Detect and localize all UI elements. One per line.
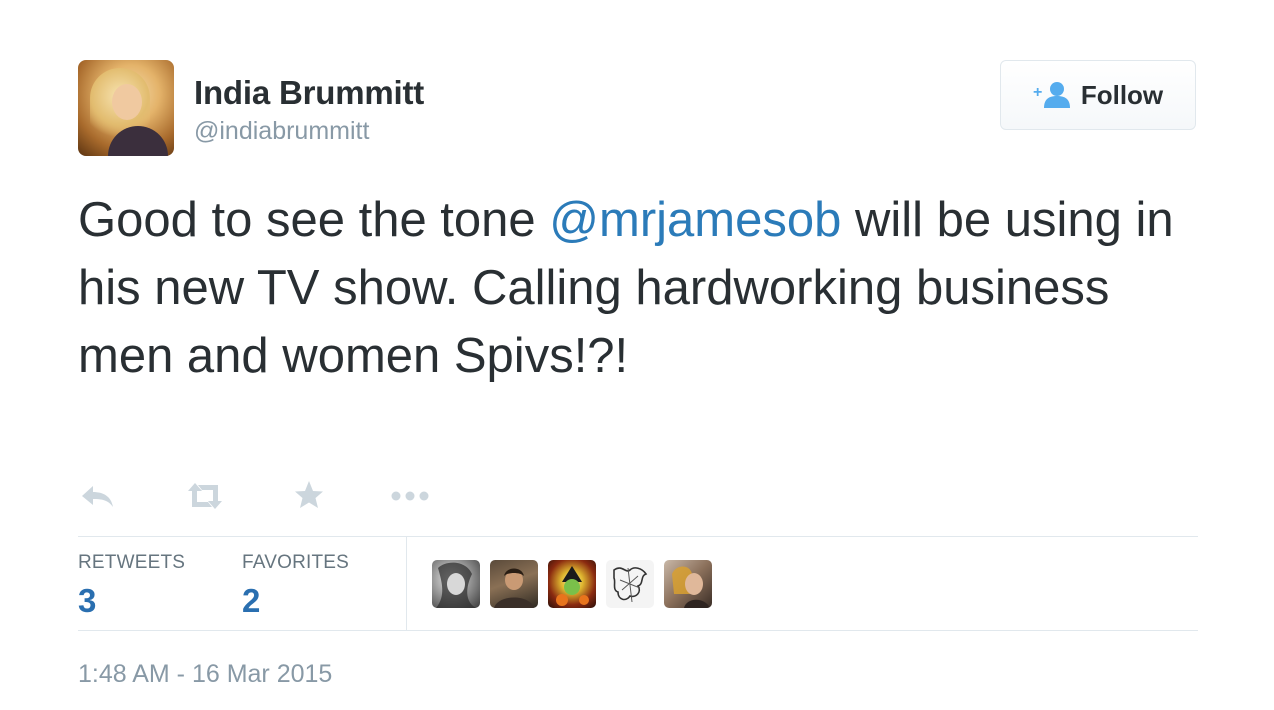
- retweet-button[interactable]: [184, 478, 224, 514]
- retweets-stat[interactable]: RETWEETS 3: [78, 552, 185, 620]
- favoriter-avatar-image: [494, 568, 534, 608]
- mention-link[interactable]: @mrjamesob: [549, 193, 841, 247]
- follow-user-icon: +: [1033, 82, 1070, 108]
- favoriter-avatar-image: [556, 566, 589, 606]
- favoriter-avatar-image: [613, 567, 648, 603]
- author-handle[interactable]: @indiabrummitt: [194, 117, 369, 146]
- follow-button[interactable]: + Follow: [1000, 60, 1196, 130]
- retweets-count: 3: [78, 582, 97, 619]
- favoriter-avatar-image: [436, 562, 476, 608]
- retweet-icon: [188, 483, 222, 509]
- svg-text:+: +: [1033, 84, 1042, 101]
- follow-button-label: Follow: [1080, 79, 1164, 110]
- stats-top-divider: [78, 536, 1198, 537]
- stats-vertical-divider: [406, 537, 407, 631]
- reply-button[interactable]: [78, 478, 118, 514]
- favorite-button[interactable]: [290, 478, 330, 514]
- favoriter-avatar[interactable]: [664, 560, 712, 608]
- more-button[interactable]: [390, 478, 430, 514]
- more-icon: [391, 491, 429, 501]
- favorites-label: FAVORITES: [242, 552, 350, 573]
- avatar-face: [112, 84, 142, 120]
- favorites-count: 2: [242, 582, 261, 619]
- favoriter-avatar[interactable]: [606, 560, 654, 608]
- retweets-label: RETWEETS: [78, 552, 186, 573]
- favoriter-avatar-image: [672, 566, 710, 608]
- favoriter-avatar[interactable]: [432, 560, 480, 608]
- author-name[interactable]: India Brummitt: [194, 74, 424, 112]
- favorites-stat[interactable]: FAVORITES 2: [242, 552, 349, 620]
- favoriter-avatar[interactable]: [490, 560, 538, 608]
- favoriter-avatar[interactable]: [548, 560, 596, 608]
- star-icon: [295, 481, 323, 508]
- stats-bottom-divider: [78, 630, 1198, 631]
- reply-icon: [82, 486, 113, 507]
- tweet-text-start: Good to see the tone: [78, 193, 550, 247]
- tweet-timestamp[interactable]: 1:48 AM - 16 Mar 2015: [78, 660, 332, 689]
- author-avatar[interactable]: [78, 60, 174, 156]
- tweet-card: India Brummitt @indiabrummitt + Follow G…: [0, 0, 1274, 710]
- tweet-text: Good to see the tone @mrjamesob will be …: [78, 186, 1198, 390]
